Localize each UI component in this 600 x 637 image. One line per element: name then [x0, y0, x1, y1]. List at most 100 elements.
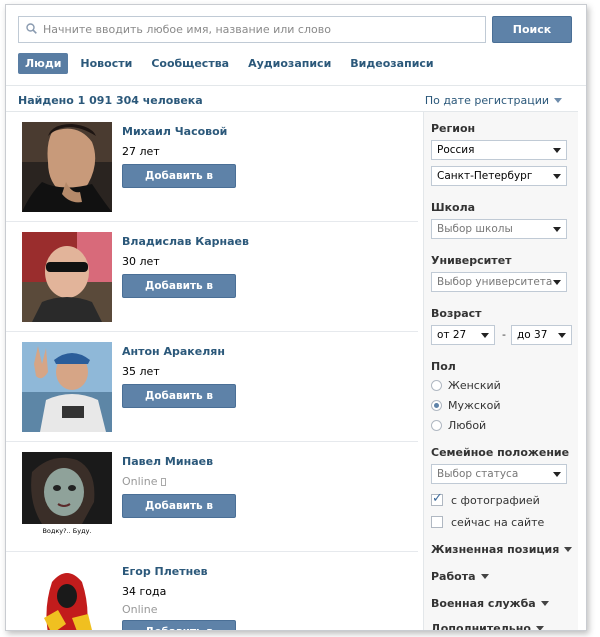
search-icon	[26, 23, 37, 34]
chevron-down-icon	[540, 601, 549, 606]
chevron-down-icon	[553, 148, 561, 153]
marital-label: Семейное положение	[431, 446, 570, 459]
sort-label: По дате регистрации	[424, 94, 549, 107]
add-friend-button[interactable]: Добавить в друзья	[122, 274, 236, 314]
with-photo-checkbox[interactable]: с фотографией	[431, 491, 540, 507]
checkbox-label: сейчас на сайте	[451, 516, 545, 529]
list-item: Владислав Карнаев 30 лет Добавить в друз…	[6, 222, 418, 332]
list-item: Водку?.. Буду. Павел Минаев Online Добав…	[6, 442, 418, 552]
search-tabs: Люди Новости Сообщества Аудиозаписи Виде…	[18, 52, 446, 74]
marital-value: Выбор статуса	[437, 468, 519, 480]
country-value: Россия	[437, 144, 475, 156]
results-bar: Найдено 1 091 304 человека По дате регис…	[6, 85, 586, 111]
person-online-status: Online	[122, 475, 167, 488]
sex-radio-female[interactable]: Женский	[431, 379, 501, 392]
life-position-toggle[interactable]: Жизненная позиция	[431, 543, 573, 556]
sex-label: Пол	[431, 360, 456, 373]
tab-communities[interactable]: Сообщества	[144, 53, 236, 74]
avatar[interactable]: Водку?.. Буду.	[22, 452, 112, 542]
person-age: 35 лет	[122, 365, 160, 378]
age-to-value: до 37	[517, 329, 548, 341]
tab-video[interactable]: Видеозаписи	[343, 53, 440, 74]
avatar[interactable]	[22, 122, 112, 212]
add-friend-button[interactable]: Добавить в друзья	[122, 620, 236, 630]
region-label: Регион	[431, 122, 476, 135]
person-name[interactable]: Павел Минаев	[122, 455, 213, 468]
collapse-label: Дополнительно	[431, 622, 531, 631]
collapse-label: Военная служба	[431, 597, 536, 610]
person-name[interactable]: Михаил Часовой	[122, 125, 227, 138]
country-select[interactable]: Россия	[431, 140, 567, 160]
chevron-down-icon	[553, 174, 561, 179]
city-value: Санкт-Петербург	[437, 170, 533, 182]
search-button[interactable]: Поиск	[492, 16, 572, 43]
online-now-checkbox[interactable]: сейчас на сайте	[431, 516, 544, 529]
mobile-icon	[161, 478, 167, 486]
avatar[interactable]	[22, 232, 112, 322]
person-name[interactable]: Владислав Карнаев	[122, 235, 249, 248]
radio-button[interactable]	[431, 380, 442, 391]
person-age: 27 лет	[122, 145, 160, 158]
radio-label: Мужской	[448, 399, 501, 412]
radio-button[interactable]	[431, 400, 442, 411]
photo-caption: Водку?.. Буду.	[42, 527, 92, 535]
filters-sidebar: Регион Россия Санкт-Петербург Школа Выбо…	[423, 111, 578, 631]
age-label: Возраст	[431, 307, 482, 320]
age-from-value: от 27	[437, 329, 467, 341]
checkbox-label: с фотографией	[451, 494, 540, 507]
university-label: Университет	[431, 254, 512, 267]
list-item: Михаил Часовой 27 лет Добавить в друзья	[6, 112, 418, 222]
search-header: Поиск Люди Новости Сообщества Аудиозапис…	[6, 5, 586, 85]
sex-radio-any[interactable]: Любой	[431, 419, 486, 432]
additional-toggle[interactable]: Дополнительно	[431, 622, 544, 631]
list-item: Антон Аракелян 35 лет Добавить в друзья	[6, 332, 418, 442]
person-name[interactable]: Егор Плетнев	[122, 565, 208, 578]
chevron-down-icon	[480, 574, 489, 579]
online-label: Online	[122, 475, 158, 488]
radio-label: Любой	[448, 419, 487, 432]
tab-people[interactable]: Люди	[18, 52, 69, 74]
school-select[interactable]: Выбор школы	[431, 219, 567, 239]
person-age: 34 года	[122, 585, 167, 598]
list-item: Егор Плетнев 34 года Online Добавить в д…	[6, 552, 418, 630]
age-from-select[interactable]: от 27	[431, 325, 495, 345]
tab-news[interactable]: Новости	[73, 53, 139, 74]
university-select[interactable]: Выбор университета	[431, 272, 567, 292]
person-age: 30 лет	[122, 255, 160, 268]
collapse-label: Работа	[431, 570, 476, 583]
school-label: Школа	[431, 201, 476, 214]
people-list: Михаил Часовой 27 лет Добавить в друзья …	[6, 111, 423, 630]
university-value: Выбор университета	[437, 276, 553, 288]
military-toggle[interactable]: Военная служба	[431, 597, 549, 610]
checkbox[interactable]	[431, 491, 443, 506]
work-toggle[interactable]: Работа	[431, 570, 489, 583]
add-friend-button[interactable]: Добавить в друзья	[122, 494, 236, 534]
search-field[interactable]	[18, 16, 486, 43]
person-online-status: Online	[122, 603, 158, 616]
school-value: Выбор школы	[437, 223, 513, 235]
results-count: Найдено 1 091 304 человека	[18, 94, 203, 107]
search-input[interactable]	[43, 17, 483, 42]
add-friend-button[interactable]: Добавить в друзья	[122, 164, 236, 204]
avatar[interactable]	[22, 562, 112, 630]
chevron-down-icon	[554, 98, 562, 103]
browser-frame: Поиск Люди Новости Сообщества Аудиозапис…	[5, 4, 587, 631]
chevron-down-icon	[535, 626, 544, 630]
city-select[interactable]: Санкт-Петербург	[431, 166, 567, 186]
sort-dropdown[interactable]: По дате регистрации	[425, 94, 562, 107]
checkbox[interactable]	[431, 516, 443, 528]
age-range-dash: -	[502, 328, 506, 341]
tab-audio[interactable]: Аудиозаписи	[241, 53, 338, 74]
radio-label: Женский	[448, 379, 501, 392]
person-name[interactable]: Антон Аракелян	[122, 345, 225, 358]
chevron-down-icon	[558, 333, 566, 338]
chevron-down-icon	[564, 547, 573, 552]
avatar[interactable]	[22, 342, 112, 432]
sex-radio-male[interactable]: Мужской	[431, 399, 500, 412]
radio-button[interactable]	[431, 420, 442, 431]
marital-select[interactable]: Выбор статуса	[431, 464, 567, 484]
add-friend-button[interactable]: Добавить в друзья	[122, 384, 236, 424]
chevron-down-icon	[553, 227, 561, 232]
age-to-select[interactable]: до 37	[511, 325, 572, 345]
chevron-down-icon	[553, 280, 561, 285]
